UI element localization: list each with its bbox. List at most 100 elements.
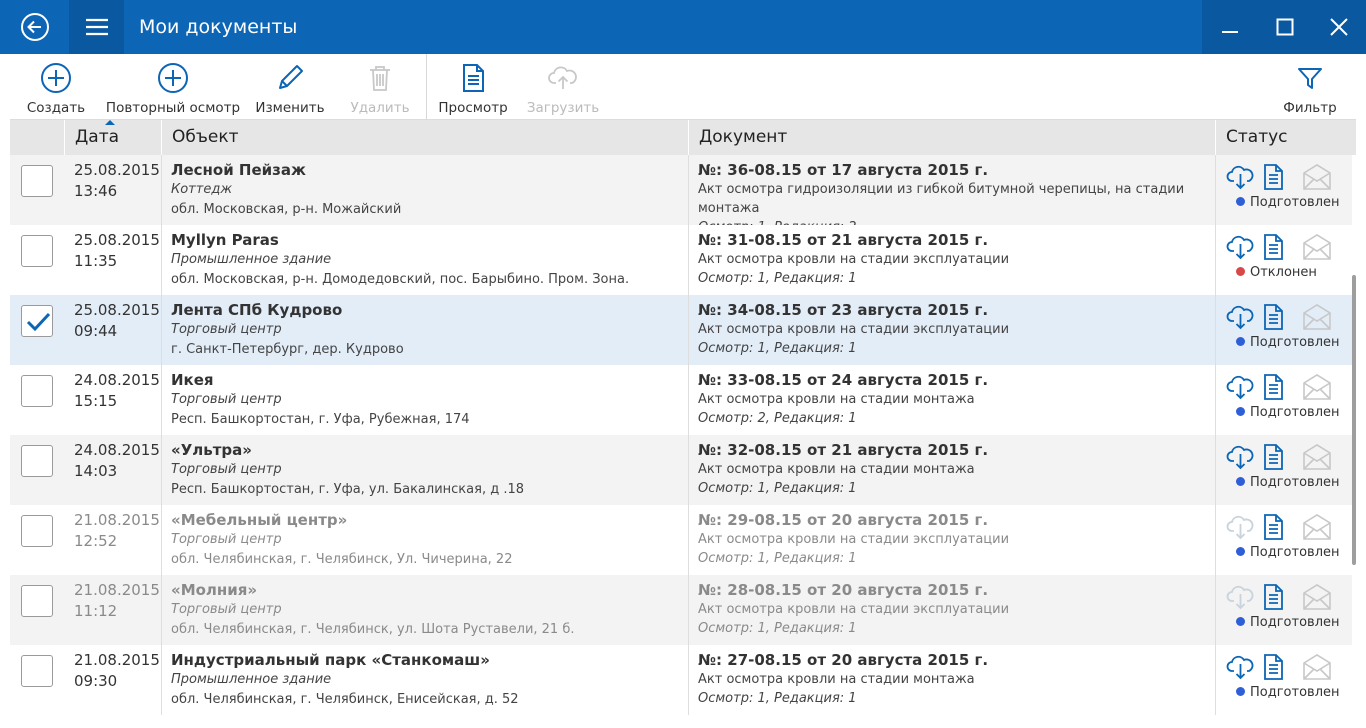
document-icon[interactable] — [1262, 373, 1286, 401]
status-label: Подготовлен — [1250, 405, 1340, 420]
table-row[interactable]: 25.08.2015 09:44 Лента СПб Кудрово Торговый… — [10, 295, 1352, 365]
column-divider — [1215, 505, 1216, 575]
title-bar: Мои документы — [0, 0, 1366, 54]
table-row[interactable]: 21.08.2015 12:52 «Мебельный центр» Торговый… — [10, 505, 1352, 575]
row-status-cell: Подготовлен — [1226, 155, 1352, 225]
cloud-download-icon[interactable] — [1226, 373, 1256, 401]
document-number: №: 29-08.15 от 20 августа 2015 г. — [698, 511, 989, 529]
filter-button[interactable]: Фильтр — [1280, 62, 1340, 116]
document-icon[interactable] — [1262, 653, 1286, 681]
vertical-scrollbar[interactable] — [1352, 275, 1356, 565]
view-button[interactable]: Просмотр — [438, 62, 508, 116]
status-dot — [1236, 197, 1245, 206]
document-icon[interactable] — [1262, 163, 1286, 191]
hamburger-menu-button[interactable] — [69, 0, 124, 54]
document-description: Акт осмотра кровли на стадии эксплуатаци… — [698, 252, 1010, 267]
status-label: Подготовлен — [1250, 195, 1340, 210]
table-row[interactable]: 21.08.2015 09:30 Индустриальный парк «Стан… — [10, 645, 1352, 715]
column-divider — [161, 295, 162, 365]
document-meta: Осмотр: 1, Редакция: 1 — [698, 621, 857, 636]
row-checkbox[interactable] — [21, 235, 53, 267]
table-row[interactable]: 24.08.2015 15:15 Икея Торговый центр Респ. Б… — [10, 365, 1352, 435]
delete-button[interactable]: Удалить — [350, 62, 410, 116]
document-icon[interactable] — [1262, 513, 1286, 541]
row-date-cell: 24.08.2015 15:15 — [74, 370, 160, 412]
row-date-cell: 25.08.2015 13:46 — [74, 160, 160, 202]
cloud-download-icon[interactable] — [1226, 233, 1256, 261]
column-divider — [161, 225, 162, 295]
document-number: №: 34-08.15 от 23 августа 2015 г. — [698, 301, 989, 319]
envelope-icon[interactable] — [1302, 653, 1332, 681]
row-date-cell: 21.08.2015 11:12 — [74, 580, 160, 622]
row-checkbox[interactable] — [21, 585, 53, 617]
status-badge: Подготовлен — [1236, 195, 1340, 210]
document-number: №: 31-08.15 от 21 августа 2015 г. — [698, 231, 989, 249]
row-time: 14:03 — [74, 462, 118, 480]
row-object-cell: «Ультра» Торговый центр Респ. Башкортостан… — [171, 440, 691, 500]
envelope-icon[interactable] — [1302, 513, 1332, 541]
cloud-download-icon[interactable] — [1226, 583, 1256, 611]
envelope-icon[interactable] — [1302, 163, 1332, 191]
row-checkbox[interactable] — [21, 655, 53, 687]
row-time: 13:46 — [74, 182, 118, 200]
close-button[interactable] — [1312, 0, 1366, 54]
repeat-inspection-button[interactable]: Повторный осмотр — [106, 62, 240, 116]
header-status[interactable]: Статус — [1215, 120, 1356, 155]
header-date[interactable]: Дата изм. — [64, 120, 161, 182]
minimize-button[interactable] — [1202, 0, 1257, 54]
header-object[interactable]: Объект — [161, 120, 688, 155]
status-label: Отклонен — [1250, 265, 1317, 280]
envelope-icon[interactable] — [1302, 233, 1332, 261]
object-address: обл. Челябинская, г. Челябинск, Ул. Чиче… — [171, 552, 513, 567]
document-description: Акт осмотра кровли на стадии эксплуатаци… — [698, 532, 1010, 547]
filter-funnel-icon — [1298, 68, 1322, 89]
object-address: Респ. Башкортостан, г. Уфа, Рубежная, 17… — [171, 412, 470, 427]
header-document[interactable]: Документ — [688, 120, 1215, 155]
document-icon[interactable] — [1262, 443, 1286, 471]
row-document-cell: №: 32-08.15 от 21 августа 2015 г. Акт осм… — [698, 440, 1208, 499]
object-type: Торговый центр — [171, 602, 282, 617]
row-checkbox[interactable] — [21, 305, 53, 337]
toolbar-separator — [426, 54, 427, 120]
document-icon[interactable] — [1262, 303, 1286, 331]
document-icon[interactable] — [1262, 233, 1286, 261]
row-date: 21.08.2015 — [74, 651, 160, 669]
status-label: Подготовлен — [1250, 685, 1340, 700]
document-number: №: 27-08.15 от 20 августа 2015 г. — [698, 651, 989, 669]
row-status-cell: Подготовлен — [1226, 295, 1352, 365]
cloud-download-icon[interactable] — [1226, 513, 1256, 541]
back-button[interactable] — [0, 0, 69, 54]
cloud-download-icon[interactable] — [1226, 443, 1256, 471]
repeat-inspection-label: Повторный осмотр — [105, 100, 241, 116]
document-icon[interactable] — [1262, 583, 1286, 611]
table-row[interactable]: 24.08.2015 14:03 «Ультра» Торговый центр Рес… — [10, 435, 1352, 505]
column-divider — [688, 505, 689, 575]
envelope-icon[interactable] — [1302, 373, 1332, 401]
upload-button[interactable]: Загрузить — [526, 62, 600, 116]
row-date: 21.08.2015 — [74, 581, 160, 599]
row-checkbox[interactable] — [21, 515, 53, 547]
table-row[interactable]: 25.08.2015 11:35 Myllyn Paras Промышленное … — [10, 225, 1352, 295]
envelope-icon[interactable] — [1302, 583, 1332, 611]
row-date-cell: 25.08.2015 09:44 — [74, 300, 160, 342]
row-document-cell: №: 33-08.15 от 24 августа 2015 г. Акт осм… — [698, 370, 1208, 429]
create-button[interactable]: Создать — [24, 62, 88, 116]
table-row[interactable]: 25.08.2015 13:46 Лесной Пейзаж Коттедж обл. … — [10, 155, 1352, 235]
edit-button[interactable]: Изменить — [255, 62, 325, 116]
cloud-download-icon[interactable] — [1226, 303, 1256, 331]
maximize-button[interactable] — [1257, 0, 1312, 54]
table-row[interactable]: 21.08.2015 11:12 «Молния» Торговый центр обл… — [10, 575, 1352, 645]
header-object-label: Объект — [172, 127, 239, 147]
envelope-icon[interactable] — [1302, 303, 1332, 331]
cloud-download-icon[interactable] — [1226, 163, 1256, 191]
document-meta: Осмотр: 1, Редакция: 1 — [698, 551, 857, 566]
row-document-cell: №: 34-08.15 от 23 августа 2015 г. Акт осм… — [698, 300, 1208, 359]
row-object-cell: Лента СПб Кудрово Торговый центр г. Санкт-… — [171, 300, 691, 360]
row-checkbox[interactable] — [21, 375, 53, 407]
cloud-download-icon[interactable] — [1226, 653, 1256, 681]
row-checkbox[interactable] — [21, 445, 53, 477]
envelope-icon[interactable] — [1302, 443, 1332, 471]
row-checkbox[interactable] — [21, 165, 53, 197]
status-label: Подготовлен — [1250, 615, 1340, 630]
object-address: обл. Челябинская, г. Челябинск, ул. Шота… — [171, 622, 575, 637]
